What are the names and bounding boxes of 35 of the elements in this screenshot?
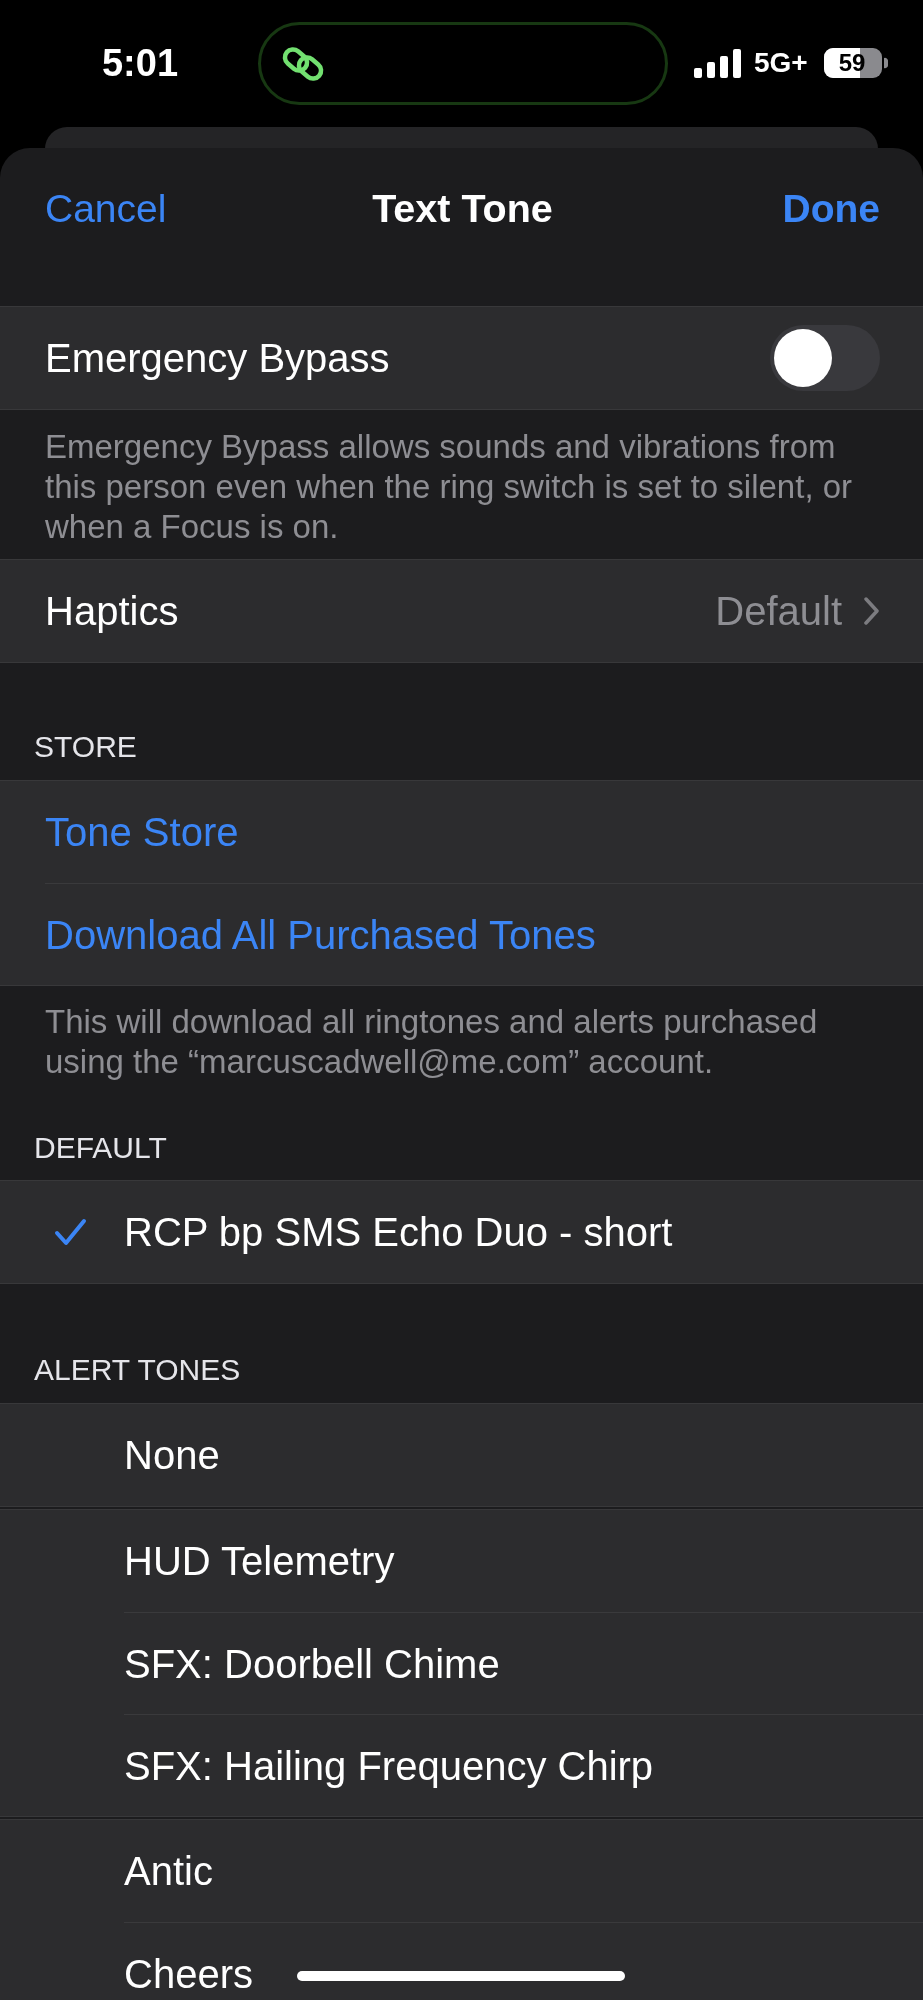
tone-option[interactable]: None <box>0 1404 923 1506</box>
signal-icon <box>694 49 741 78</box>
checkmark-icon <box>54 1218 87 1246</box>
tone-option[interactable]: SFX: Hailing Frequency Chirp <box>0 1714 923 1816</box>
section-header: DEFAULT <box>34 1130 167 1166</box>
haptics-row[interactable]: Haptics Default <box>0 560 923 662</box>
section-footer: This will download all ringtones and alerts purchased using the “marcuscadwell@me.com” account. <box>0 986 923 1092</box>
network-type: 5G+ <box>754 48 808 79</box>
section-header: STORE <box>34 729 137 765</box>
store-link[interactable]: Tone Store <box>0 781 923 883</box>
tone-option[interactable]: RCP bp SMS Echo Duo - short <box>0 1181 923 1283</box>
emergency-bypass-label: Emergency Bypass <box>45 335 391 381</box>
tone-option[interactable]: HUD Telemetry <box>0 1510 923 1612</box>
cancel-button[interactable]: Cancel <box>45 185 167 233</box>
tone-option[interactable]: Cheers <box>0 1922 923 2000</box>
tone-option[interactable]: SFX: Doorbell Chime <box>0 1612 923 1714</box>
tone-name: HUD Telemetry <box>124 1538 395 1584</box>
section-header: ALERT TONES <box>34 1352 241 1388</box>
haptics-value: Default <box>715 588 842 634</box>
section-footer: Emergency Bypass allows sounds and vibrations from this person even when the ring switch is set to silent, or when a Focus is on. <box>0 410 923 559</box>
sheet-title: Text Tone <box>372 185 553 233</box>
status-time: 5:01 <box>101 42 179 85</box>
battery-percentage: 59 <box>838 51 866 76</box>
tone-name: SFX: Doorbell Chime <box>124 1640 500 1687</box>
tone-name: SFX: Hailing Frequency Chirp <box>124 1742 654 1789</box>
tone-name: None <box>124 1432 220 1478</box>
battery-icon <box>823 48 888 79</box>
chevron-icon <box>864 597 880 625</box>
tone-name: Antic <box>124 1848 213 1894</box>
tone-option[interactable]: Antic <box>0 1820 923 1922</box>
done-button[interactable]: Done <box>782 185 880 233</box>
store-link[interactable]: Download All Purchased Tones <box>0 883 923 985</box>
haptics-label: Haptics <box>45 588 180 634</box>
tone-name: RCP bp SMS Echo Duo - short <box>124 1209 673 1255</box>
tone-name: Cheers <box>124 1950 253 1997</box>
